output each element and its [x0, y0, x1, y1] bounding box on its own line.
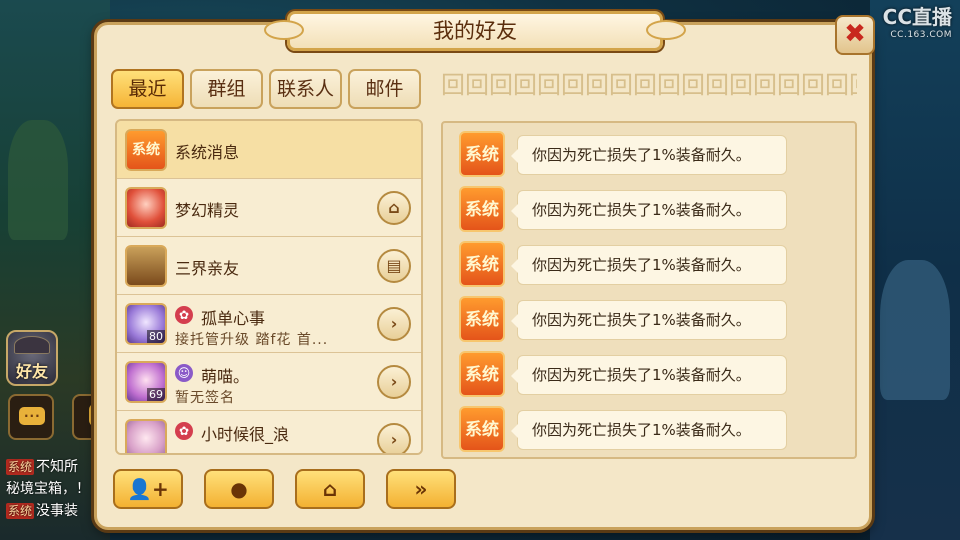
character-portrait-icon [14, 336, 50, 354]
system-sender-icon: 系统 [459, 351, 505, 397]
contact-avatar [125, 245, 167, 287]
system-sender-icon: 系统 [459, 406, 505, 452]
message-text: 你因为死亡损失了1%装备耐久。 [511, 300, 787, 340]
cloud-ornament-icon [264, 20, 304, 40]
tab-groups[interactable]: 群组 [190, 69, 263, 109]
tab-mail[interactable]: 邮件 [348, 69, 421, 109]
chat-hud-button[interactable]: ··· [8, 394, 54, 440]
list-item[interactable]: 三界亲友 ▤ [117, 237, 421, 295]
level-badge: 80 [147, 330, 165, 343]
dialog-title-bar: 我的好友 [264, 11, 686, 51]
chevron-right-icon[interactable]: › [377, 365, 411, 399]
contact-avatar [125, 187, 167, 229]
flower-icon: ✿ [175, 306, 193, 324]
contact-name: 孤单心事 [201, 309, 266, 328]
book-icon[interactable]: ▤ [377, 249, 411, 283]
expand-button[interactable]: » [386, 469, 456, 509]
message-text: 你因为死亡损失了1%装备耐久。 [511, 410, 787, 450]
home-icon: ⌂ [322, 477, 338, 501]
message-text: 你因为死亡损失了1%装备耐久。 [511, 135, 787, 175]
list-item[interactable]: 69 ☺ 萌喵。 暂无签名 › [117, 353, 421, 411]
double-chevron-icon: » [414, 477, 428, 501]
friends-dialog: 我的好友 ✖ 最近 群组 联系人 邮件 系统 系统消息 梦幻精灵 ⌂ 三界亲友 … [94, 11, 875, 530]
contact-name: 三界亲友 [175, 259, 240, 278]
level-badge: 69 [147, 388, 165, 401]
background-coral [880, 260, 950, 400]
chevron-right-icon[interactable]: › [377, 307, 411, 341]
conversation-list[interactable]: 系统 系统消息 梦幻精灵 ⌂ 三界亲友 ▤ 80 ✿ 孤单心事 接托管升级 踏f… [115, 119, 423, 455]
contact-signature: 暂无签名 [175, 390, 235, 406]
bottom-toolbar: 👤+ ● ⌂ » [113, 469, 456, 509]
friends-hud-label: 好友 [15, 362, 48, 381]
contact-name: 系统消息 [175, 143, 240, 162]
tab-bar: 最近 群组 联系人 邮件 [111, 69, 421, 109]
message-text: 你因为死亡损失了1%装备耐久。 [511, 190, 787, 230]
close-button[interactable]: ✖ [835, 15, 875, 55]
chevron-right-icon[interactable]: › [377, 423, 411, 453]
contact-avatar: 69 [125, 361, 167, 403]
dialog-title: 我的好友 [433, 19, 517, 43]
list-item[interactable]: 梦幻精灵 ⌂ [117, 179, 421, 237]
background-coral [8, 120, 68, 240]
contact-avatar [125, 419, 167, 453]
list-item[interactable]: 系统 系统消息 [117, 121, 421, 179]
watermark-url: CC.163.COM [890, 30, 952, 40]
chat-icon: ● [230, 477, 248, 501]
chat-button[interactable]: ● [204, 469, 274, 509]
close-icon: ✖ [844, 19, 866, 49]
message-text: 你因为死亡损失了1%装备耐久。 [511, 245, 787, 285]
contact-name: 萌喵。 [201, 367, 250, 386]
message-text: 你因为死亡损失了1%装备耐久。 [511, 355, 787, 395]
contact-name: 梦幻精灵 [175, 201, 240, 220]
add-friend-button[interactable]: 👤+ [113, 469, 183, 509]
contact-avatar: 80 [125, 303, 167, 345]
add-friend-icon: 👤+ [127, 477, 169, 501]
system-sender-icon: 系统 [459, 296, 505, 342]
contact-name: 小时候很_浪 [201, 425, 290, 444]
cloud-ornament-icon [646, 20, 686, 40]
tab-contacts[interactable]: 联系人 [269, 69, 342, 109]
face-icon: ☺ [175, 364, 193, 382]
stream-watermark: CC直播 CC.163.COM [883, 7, 952, 44]
system-sender-icon: 系统 [459, 241, 505, 287]
system-avatar-icon: 系统 [125, 129, 167, 171]
tab-recent[interactable]: 最近 [111, 69, 184, 109]
system-sender-icon: 系统 [459, 186, 505, 232]
fret-pattern-decoration: 回回回回回回回回回回回回回回回回回回 [441, 71, 857, 99]
flower-icon: ✿ [175, 422, 193, 440]
system-sender-icon: 系统 [459, 131, 505, 177]
contact-signature: 接托管升级 踏f花 首... [175, 332, 329, 348]
house-icon[interactable]: ⌂ [377, 191, 411, 225]
friends-hud-button[interactable]: 好友 [6, 330, 58, 386]
message-panel[interactable]: 系统 你因为死亡损失了1%装备耐久。 系统 你因为死亡损失了1%装备耐久。 系统… [441, 121, 857, 459]
list-item[interactable]: 80 ✿ 孤单心事 接托管升级 踏f花 首... › [117, 295, 421, 353]
home-button[interactable]: ⌂ [295, 469, 365, 509]
list-item[interactable]: ✿ 小时候很_浪 › [117, 411, 421, 453]
